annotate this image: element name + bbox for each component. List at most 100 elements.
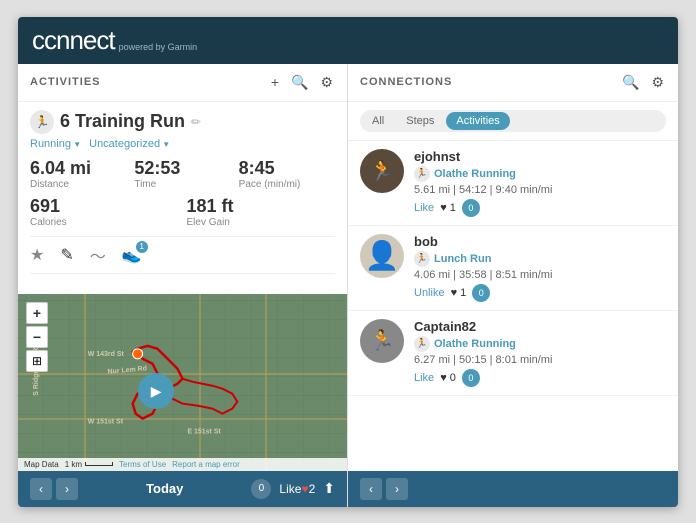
like-section: 0 Like♥2 ⬆ xyxy=(251,479,335,499)
conn-info-ejohnst: ejohnst 🏃 Olathe Running 5.61 mi | 54:12… xyxy=(414,149,666,217)
category-tag[interactable]: Uncategorized xyxy=(89,138,170,150)
play-route-button[interactable]: ▶ xyxy=(138,373,174,409)
unlike-button-2[interactable]: Unlike xyxy=(414,287,445,299)
primary-stats: 6.04 mi Distance 52:53 Time 8:45 Pace (m… xyxy=(30,158,335,190)
like-count-3: ♥ 0 xyxy=(440,372,456,384)
conn-stats-2: 4.06 mi | 35:58 | 8:51 min/mi xyxy=(414,269,666,281)
conn-stats-3: 6.27 mi | 50:15 | 8:01 min/mi xyxy=(414,354,666,366)
like-button-1[interactable]: Like xyxy=(414,202,434,214)
chart-icon[interactable]: 〜 xyxy=(90,243,106,267)
map-controls: + − ⊞ xyxy=(26,302,48,372)
tab-all[interactable]: All xyxy=(362,112,394,130)
connection-item: 👤 bob 🏃 Lunch Run 4.06 mi | 35:58 | 8:51… xyxy=(348,226,678,311)
conn-username-bob: bob xyxy=(414,234,666,249)
map-data-label: Map Data xyxy=(24,460,59,469)
connections-header: CONNECTIONS 🔍 ⚙ xyxy=(348,64,678,102)
logo-c2: c xyxy=(44,25,56,55)
connection-item: 🏃 Captain82 🏃 Olathe Running 6.27 mi | 5… xyxy=(348,311,678,396)
svg-text:Nur Lem Rd: Nur Lem Rd xyxy=(107,365,147,375)
conn-activity-row-1: 🏃 Olathe Running xyxy=(414,166,666,182)
conn-run-icon-2: 🏃 xyxy=(414,251,430,267)
scale-line xyxy=(85,462,113,466)
conn-activity-name-1[interactable]: Olathe Running xyxy=(434,168,516,180)
time-label: Time xyxy=(134,179,230,190)
terms-link[interactable]: Terms of Use xyxy=(119,460,166,469)
app-header: ccnnect powered by Garmin xyxy=(18,17,678,64)
conn-activity-name-2[interactable]: Lunch Run xyxy=(434,253,491,265)
activities-panel-header: ACTIVITIES + 🔍 ⚙ xyxy=(18,64,347,102)
time-value: 52:53 xyxy=(134,158,230,179)
calories-label: Calories xyxy=(30,217,179,228)
logo-c1: c xyxy=(32,25,44,55)
conn-info-captain82: Captain82 🏃 Olathe Running 6.27 mi | 50:… xyxy=(414,319,666,387)
svg-text:E 151st St: E 151st St xyxy=(187,429,221,436)
activity-tags: Running Uncategorized xyxy=(30,138,335,150)
logo-nnect: nnect xyxy=(56,25,115,55)
filter-tabs-container: All Steps Activities xyxy=(348,102,678,141)
notification-badge: 0 xyxy=(251,479,271,499)
svg-text:W 143rd St: W 143rd St xyxy=(88,351,125,358)
like-label[interactable]: Like♥2 xyxy=(279,482,315,496)
conn-stats-1: 5.61 mi | 54:12 | 9:40 min/mi xyxy=(414,184,666,196)
conn-activity-row-3: 🏃 Olathe Running xyxy=(414,336,666,352)
search-connections-button[interactable]: 🔍 xyxy=(620,72,641,93)
elev-gain-label: Elev Gain xyxy=(187,217,336,228)
activity-name: 6 Training Run xyxy=(60,111,185,132)
stat-elev-gain: 181 ft Elev Gain xyxy=(187,196,336,228)
prev-connection-button[interactable]: ‹ xyxy=(360,478,382,500)
like-button-3[interactable]: Like xyxy=(414,372,434,384)
distance-value: 6.04 mi xyxy=(30,158,126,179)
comment-badge-2[interactable]: 0 xyxy=(472,284,490,302)
conn-info-bob: bob 🏃 Lunch Run 4.06 mi | 35:58 | 8:51 m… xyxy=(414,234,666,302)
next-connection-button[interactable]: › xyxy=(386,478,408,500)
distance-label: Distance xyxy=(30,179,126,190)
conn-run-icon-1: 🏃 xyxy=(414,166,430,182)
stat-time: 52:53 Time xyxy=(134,158,230,190)
pace-label: Pace (min/mi) xyxy=(239,179,335,190)
conn-run-icon-3: 🏃 xyxy=(414,336,430,352)
edit-nav-icon[interactable]: ✎ xyxy=(60,245,73,265)
activities-actions: + 🔍 ⚙ xyxy=(269,72,335,93)
pace-value: 8:45 xyxy=(239,158,335,179)
left-panel: ACTIVITIES + 🔍 ⚙ 🏃 6 Training Run ✏ Runn… xyxy=(18,64,348,507)
activities-settings-button[interactable]: ⚙ xyxy=(318,72,335,93)
conn-actions-3: Like ♥ 0 0 xyxy=(414,369,666,387)
running-tag[interactable]: Running xyxy=(30,138,81,150)
right-bottom-bar: ‹ › xyxy=(348,471,678,507)
conn-actions-1: Like ♥ 1 0 xyxy=(414,199,666,217)
stat-distance: 6.04 mi Distance xyxy=(30,158,126,190)
secondary-stats: 691 Calories 181 ft Elev Gain xyxy=(30,196,335,228)
app-container: ccnnect powered by Garmin ACTIVITIES + 🔍… xyxy=(18,17,678,507)
conn-username-ejohnst: ejohnst xyxy=(414,149,666,164)
connections-settings-button[interactable]: ⚙ xyxy=(649,72,666,93)
prev-activity-button[interactable]: ‹ xyxy=(30,478,52,500)
svg-text:W 151st St: W 151st St xyxy=(88,419,124,426)
tab-activities[interactable]: Activities xyxy=(446,112,509,130)
activity-type-icon: 🏃 xyxy=(30,110,54,134)
report-error-link[interactable]: Report a map error xyxy=(172,460,240,469)
nav-arrows-left: ‹ › xyxy=(30,478,78,500)
conn-activity-row-2: 🏃 Lunch Run xyxy=(414,251,666,267)
tab-steps[interactable]: Steps xyxy=(396,112,444,130)
like-count-1: ♥ 1 xyxy=(440,202,456,214)
next-activity-button[interactable]: › xyxy=(56,478,78,500)
map-container[interactable]: W 143rd St W 151st St E 151st St S Ridge… xyxy=(18,294,347,471)
left-bottom-bar: ‹ › Today 0 Like♥2 ⬆ xyxy=(18,471,347,507)
map-layers-button[interactable]: ⊞ xyxy=(26,350,48,372)
map-zoom-in-button[interactable]: + xyxy=(26,302,48,324)
search-activities-button[interactable]: 🔍 xyxy=(289,72,310,93)
comment-badge-1[interactable]: 0 xyxy=(462,199,480,217)
activity-detail: 🏃 6 Training Run ✏ Running Uncategorized… xyxy=(18,102,347,295)
edit-activity-icon[interactable]: ✏ xyxy=(191,115,201,129)
conn-activity-name-3[interactable]: Olathe Running xyxy=(434,338,516,350)
comment-badge-3[interactable]: 0 xyxy=(462,369,480,387)
activity-title-row: 🏃 6 Training Run ✏ xyxy=(30,110,335,134)
heart-icon: ♥ xyxy=(301,482,308,496)
favorite-icon[interactable]: ★ xyxy=(30,245,44,265)
share-icon[interactable]: ⬆ xyxy=(323,480,335,497)
conn-username-captain82: Captain82 xyxy=(414,319,666,334)
add-activity-button[interactable]: + xyxy=(269,72,281,93)
map-zoom-out-button[interactable]: − xyxy=(26,326,48,348)
calories-value: 691 xyxy=(30,196,179,217)
shoes-icon[interactable]: 👟 1 xyxy=(122,245,142,265)
